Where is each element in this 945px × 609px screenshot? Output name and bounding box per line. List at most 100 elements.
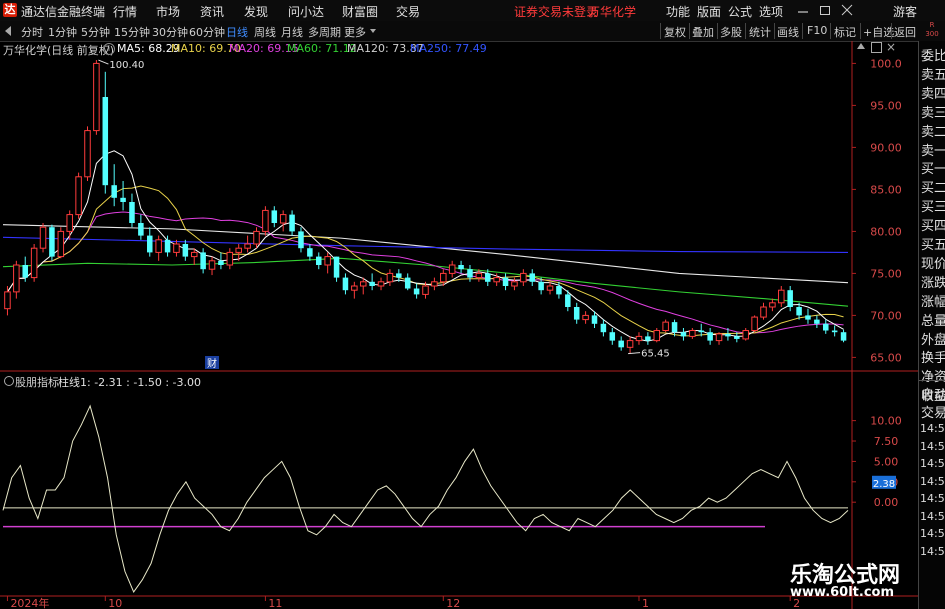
candle-body-down [164,239,171,253]
candle-body-up [13,264,20,293]
candle-body-down [814,319,820,324]
candle-body-up [626,340,634,348]
candle-body-down [333,256,340,278]
candle-body-up [769,302,776,308]
candle-body-down [671,322,678,333]
divider [919,380,945,381]
candle-body-up [715,333,723,342]
candle-body-down [316,256,322,265]
tick-time: 14:56 [920,527,945,540]
candle-body-down [129,202,135,223]
y-tick-label: 65.00 [870,351,902,364]
quote-item-9: 买四 [921,219,945,235]
candle-body-up [66,214,73,232]
tick-time: 14:56 [920,422,945,435]
candle-body-down [618,340,624,348]
candle-body-up [351,285,358,291]
candle-body-up [75,176,82,216]
kline-chart[interactable]: 100.40 65.45 财 100.0 95.00 90.00 85.00 80.00 75… [0,0,918,609]
candle-body-up [244,243,251,249]
auto-trade-item-1[interactable]: 交易 [921,402,945,421]
candle-body-up [155,239,162,253]
candle-body-up [546,285,554,291]
candle-body-up [635,335,643,342]
candle-body-down [138,223,144,236]
candle-body-down [645,336,651,341]
candle-body-up [760,306,767,318]
sub-y-tick-label: 10.00 [870,415,902,428]
candle-body-down [840,332,847,341]
tick-time: 14:56 [920,544,945,558]
quote-item-17: 净资 [921,370,945,386]
auto-trade-item-0[interactable]: 自动 [921,384,945,403]
candle-body-down [831,330,838,333]
candle-body-up [742,330,749,340]
candle-body-up [4,291,11,310]
candle-body-up [448,264,456,274]
candle-body-up [511,281,518,287]
value-badge-label: 2.38 [873,479,895,490]
candle-body-down [404,277,411,289]
tick-time: 14:56 [920,457,945,470]
quote-item-14: 总量 [921,313,945,329]
candle-body-up [662,321,669,332]
candle-body-up [422,285,429,295]
candle-body-up [93,62,100,132]
watermark-url: www.60lt.com [790,585,895,600]
candle-body-down [502,277,509,286]
candle-body-up [386,272,394,283]
candle-body-up [279,214,287,224]
candle-body-down [591,315,598,324]
candle-body-down [485,273,491,282]
candle-body-down [289,214,295,232]
candle-body-up [208,260,216,270]
y-tick-label: 95.00 [870,99,902,112]
high-pointer [98,59,109,65]
quote-item-15: 外盘 [921,332,945,348]
candle-body-down [120,197,126,202]
quote-item-1: 卖五 [921,67,945,83]
candle-body-down [787,290,793,307]
candle-body-down [609,332,616,341]
candle-body-up [39,226,47,249]
x-tick-label: 1 [642,597,649,609]
candle-body-up [359,281,367,287]
sub-y-tick-label: 7.50 [874,435,899,448]
candle-body-down [600,323,607,333]
y-tick-label: 85.00 [870,183,902,196]
candle-body-down [467,269,473,278]
candle-body-down [573,307,580,320]
candle-body-down [538,281,544,291]
candle-body-up [778,289,785,304]
candle-body-up [173,243,180,253]
y-tick-label: 90.00 [870,141,902,154]
candle-body-down [298,231,304,249]
x-tick-label: 11 [268,597,282,609]
candle-body-down [49,227,55,257]
ma-line-ma20 [7,211,844,334]
high-price-label: 100.40 [109,60,144,71]
ma-line-ma120 [2,224,849,284]
y-tick-label: 75.00 [870,267,902,280]
candle-body-up [190,251,198,258]
candle-body-down [556,286,562,295]
y-tick-label: 100.0 [870,57,902,70]
candle-body-down [218,260,224,265]
quote-item-2: 卖四 [921,86,945,102]
candle-body-up [235,247,242,253]
candle-body-down [823,323,829,331]
candle-body-down [565,294,571,307]
r-badge[interactable]: R 300 [919,21,945,41]
quote-item-10: 买五 [921,238,945,253]
finance-marker-label: 财 [207,357,217,370]
candle-body-down [725,333,731,337]
x-tick-label: 10 [108,597,122,609]
candle-body-down [111,185,117,198]
candle-body-down [22,265,28,278]
y-tick-label: 70.00 [870,309,902,322]
candle-body-up [30,247,38,279]
quote-item-7: 买二 [921,181,945,197]
candle-body-down [307,248,313,257]
candle-body-up [475,272,483,279]
candle-body-down [734,336,740,339]
